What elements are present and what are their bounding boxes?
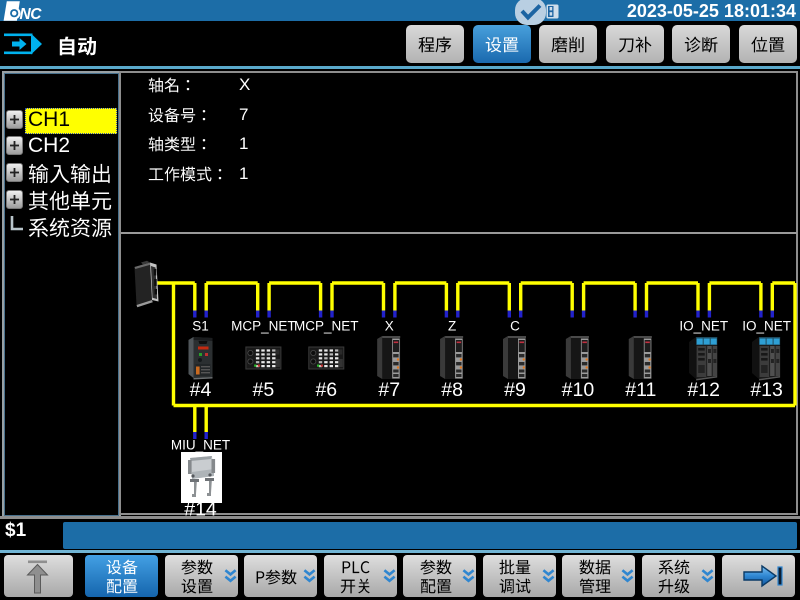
svg-text:#13: #13 bbox=[750, 379, 783, 401]
svg-text:MIU_NET: MIU_NET bbox=[171, 438, 230, 453]
svg-text:#9: #9 bbox=[504, 379, 526, 401]
svg-text:C: C bbox=[510, 319, 520, 334]
svg-text:Z: Z bbox=[448, 319, 456, 334]
svg-text:#12: #12 bbox=[687, 379, 720, 401]
svg-text:#7: #7 bbox=[378, 379, 400, 401]
svg-text:#4: #4 bbox=[190, 379, 212, 401]
svg-text:#8: #8 bbox=[441, 379, 463, 401]
svg-text:NC: NC bbox=[20, 6, 43, 21]
svg-text:#11: #11 bbox=[625, 379, 656, 401]
svg-text:#14: #14 bbox=[184, 499, 217, 519]
svg-text:#6: #6 bbox=[315, 379, 337, 401]
svg-text:#10: #10 bbox=[562, 379, 595, 401]
svg-text:S1: S1 bbox=[192, 319, 209, 334]
svg-text:#5: #5 bbox=[253, 379, 275, 401]
svg-text:X: X bbox=[385, 319, 394, 334]
svg-text:IO_NET: IO_NET bbox=[742, 319, 791, 334]
svg-text:MCP_NET: MCP_NET bbox=[231, 319, 296, 334]
svg-text:IO_NET: IO_NET bbox=[679, 319, 728, 334]
svg-text:MCP_NET: MCP_NET bbox=[294, 319, 359, 334]
